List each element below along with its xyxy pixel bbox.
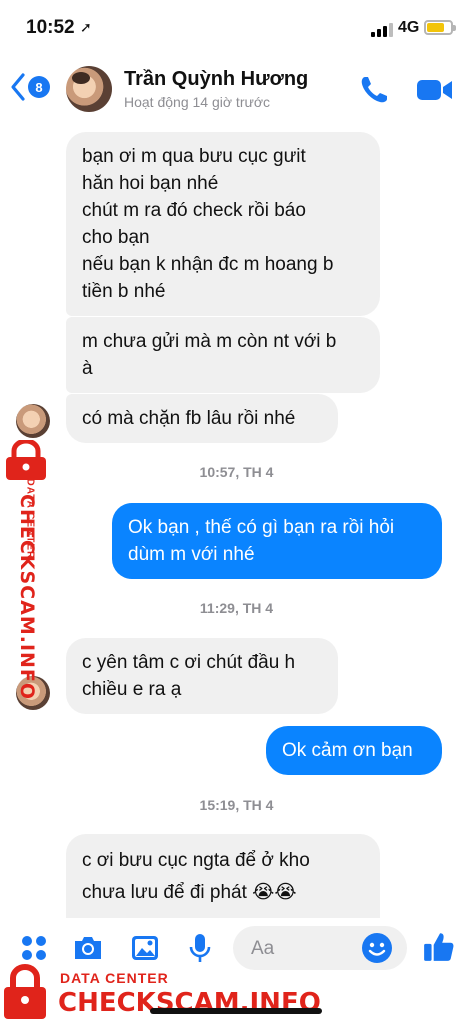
- incoming-message[interactable]: có mà chặn fb lâu rồi nhé: [66, 394, 338, 443]
- message-line: c ơi bưu cục ngta để ở kho: [82, 850, 310, 871]
- message-line: Ok cảm ơn bạn: [282, 740, 413, 761]
- timestamp: 15:19, TH 4: [199, 797, 274, 813]
- battery-icon: [424, 20, 456, 35]
- message-line: hăn hoi bạn nhé: [82, 173, 219, 194]
- lock-icon: [6, 440, 46, 480]
- incoming-message[interactable]: m chưa gửi mà m còn nt với b à: [66, 317, 380, 393]
- message-line: c yên tâm c ơi chút đầu h: [82, 652, 296, 673]
- clock: 10:52: [26, 17, 75, 38]
- location-arrow-icon: ➚: [80, 19, 92, 35]
- back-button[interactable]: 8: [10, 72, 50, 102]
- contact-name[interactable]: Trần Quỳnh Hương: [124, 68, 308, 91]
- message-line: Ok bạn , thế có gì bạn ra rồi hỏi: [128, 517, 395, 538]
- timestamp: 11:29, TH 4: [199, 600, 274, 616]
- message-line: nếu bạn k nhận đc m hoang b: [82, 254, 334, 275]
- network-type: 4G: [398, 19, 420, 36]
- watermark-brand: CHECKSCAM.INFO: [16, 494, 38, 701]
- sender-avatar[interactable]: [16, 404, 50, 438]
- incoming-message[interactable]: c yên tâm c ơi chút đầu h chiều e ra ạ: [66, 638, 338, 714]
- message-line: dùm m với nhé: [128, 544, 255, 565]
- conversation-header: 8 Trần Quỳnh Hương Hoạt động 14 giờ trướ…: [0, 56, 473, 124]
- message-input-placeholder: Aa: [251, 938, 275, 959]
- contact-avatar[interactable]: [66, 66, 112, 112]
- message-line: chút m ra đó check rồi báo: [82, 200, 306, 221]
- message-line: chiều e ra ạ: [82, 679, 182, 700]
- watermark-side: DATA CENTER CHECKSCAM.INFO: [0, 440, 60, 701]
- message-line: tiền b nhé: [82, 281, 166, 302]
- message-line: có mà chặn fb lâu rồi nhé: [82, 408, 296, 429]
- unread-count-badge: 8: [28, 76, 50, 98]
- message-line: à: [82, 358, 93, 379]
- back-chevron-icon: [11, 73, 25, 101]
- home-indicator[interactable]: [150, 1008, 322, 1014]
- watermark-small-label: DATA CENTER: [60, 970, 169, 986]
- message-line: m chưa gửi mà m còn nt với b: [82, 331, 337, 352]
- incoming-message[interactable]: c ơi bưu cục ngta để ở kho chưa lưu để đ…: [66, 834, 380, 918]
- video-camera-icon[interactable]: [416, 76, 454, 104]
- thumbs-up-icon[interactable]: [422, 930, 456, 964]
- emoji-icon[interactable]: [361, 932, 393, 964]
- phone-icon[interactable]: [358, 74, 390, 106]
- signal-icon: [371, 23, 393, 37]
- outgoing-message[interactable]: Ok bạn , thế có gì bạn ra rồi hỏi dùm m …: [112, 503, 442, 579]
- lock-icon: [4, 964, 46, 1019]
- message-line: chưa lưu để đi phát 😭😭: [82, 882, 297, 903]
- status-bar: 10:52 ➚ 4G: [0, 0, 473, 56]
- message-line: bạn ơi m qua bưu cục gưit: [82, 146, 306, 167]
- outgoing-message[interactable]: Ok cảm ơn bạn: [266, 726, 442, 775]
- incoming-message[interactable]: bạn ơi m qua bưu cục gưit hăn hoi bạn nh…: [66, 132, 380, 316]
- timestamp: 10:57, TH 4: [199, 464, 274, 480]
- watermark-bottom: DATA CENTER CHECKSCAM.INFO: [0, 960, 321, 1024]
- message-line: cho bạn: [82, 227, 150, 248]
- contact-activity-status: Hoạt động 14 giờ trước: [124, 94, 271, 110]
